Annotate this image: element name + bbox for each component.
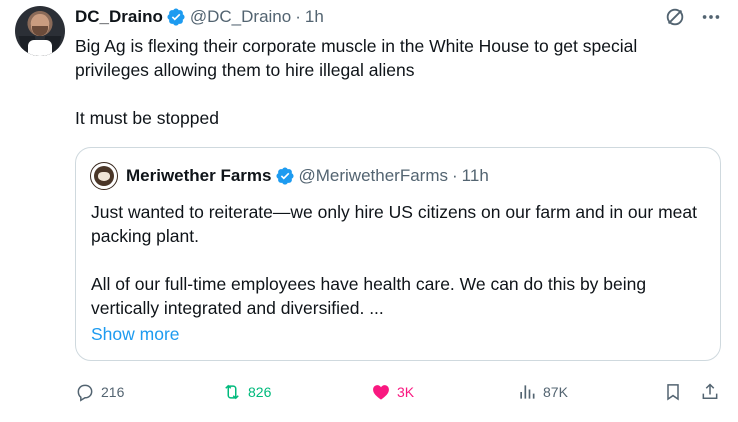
author-name[interactable]: DC_Draino — [75, 7, 163, 27]
reply-button[interactable]: 216 — [75, 378, 124, 406]
header-separator: · — [295, 7, 301, 26]
quoted-author-handle[interactable]: @MeriwetherFarms — [299, 166, 449, 186]
author-avatar[interactable] — [15, 6, 65, 56]
quoted-paragraph: All of our full-time employees have heal… — [91, 274, 647, 318]
reply-icon — [77, 384, 93, 402]
action-bar: 216 826 3K 87K — [75, 378, 723, 406]
views-count: 87K — [543, 384, 568, 400]
verified-badge-icon — [167, 8, 185, 26]
tweet-header: DC_Draino @DC_Draino · 1h — [75, 6, 324, 28]
grok-icon[interactable] — [664, 6, 686, 28]
retweet-button[interactable]: 826 — [222, 378, 271, 406]
quoted-tweet-header: Meriwether Farms @MeriwetherFarms · 11h — [126, 165, 489, 187]
top-right-controls — [664, 6, 722, 28]
like-button[interactable]: 3K — [371, 378, 414, 406]
more-icon[interactable] — [700, 6, 722, 28]
share-icon — [702, 383, 718, 399]
views-icon — [520, 385, 535, 399]
quoted-tweet-timestamp[interactable]: 11h — [462, 166, 489, 186]
views-button[interactable]: 87K — [517, 378, 568, 406]
avatar-shirt — [28, 40, 52, 56]
farm-logo-icon — [94, 166, 114, 186]
bookmark-icon — [667, 384, 679, 401]
quoted-tweet-body: Just wanted to reiterate—we only hire US… — [91, 200, 711, 320]
reply-count: 216 — [101, 384, 125, 400]
retweet-count: 826 — [248, 384, 272, 400]
tweet-paragraph: Big Ag is flexing their corporate muscle… — [75, 36, 638, 80]
show-more-link[interactable]: Show more — [91, 324, 180, 345]
share-button[interactable] — [700, 378, 720, 406]
tweet-timestamp[interactable]: 1h — [305, 7, 324, 27]
quoted-tweet[interactable]: Meriwether Farms @MeriwetherFarms · 11h … — [75, 147, 721, 361]
verified-badge-icon — [275, 167, 294, 185]
retweet-icon — [225, 384, 239, 400]
bookmark-button[interactable] — [663, 378, 683, 406]
tweet-paragraph: It must be stopped — [75, 108, 219, 128]
quoted-author-name[interactable]: Meriwether Farms — [126, 166, 272, 186]
author-handle[interactable]: @DC_Draino — [190, 7, 291, 27]
like-count: 3K — [397, 384, 415, 400]
quoted-author-avatar[interactable] — [90, 162, 118, 190]
tweet-body: Big Ag is flexing their corporate muscle… — [75, 34, 715, 130]
cow-icon — [98, 171, 110, 181]
quoted-paragraph: Just wanted to reiterate—we only hire US… — [91, 202, 697, 246]
heart-icon — [373, 385, 389, 400]
quoted-header-separator: · — [452, 166, 458, 185]
avatar-beard — [32, 26, 48, 36]
